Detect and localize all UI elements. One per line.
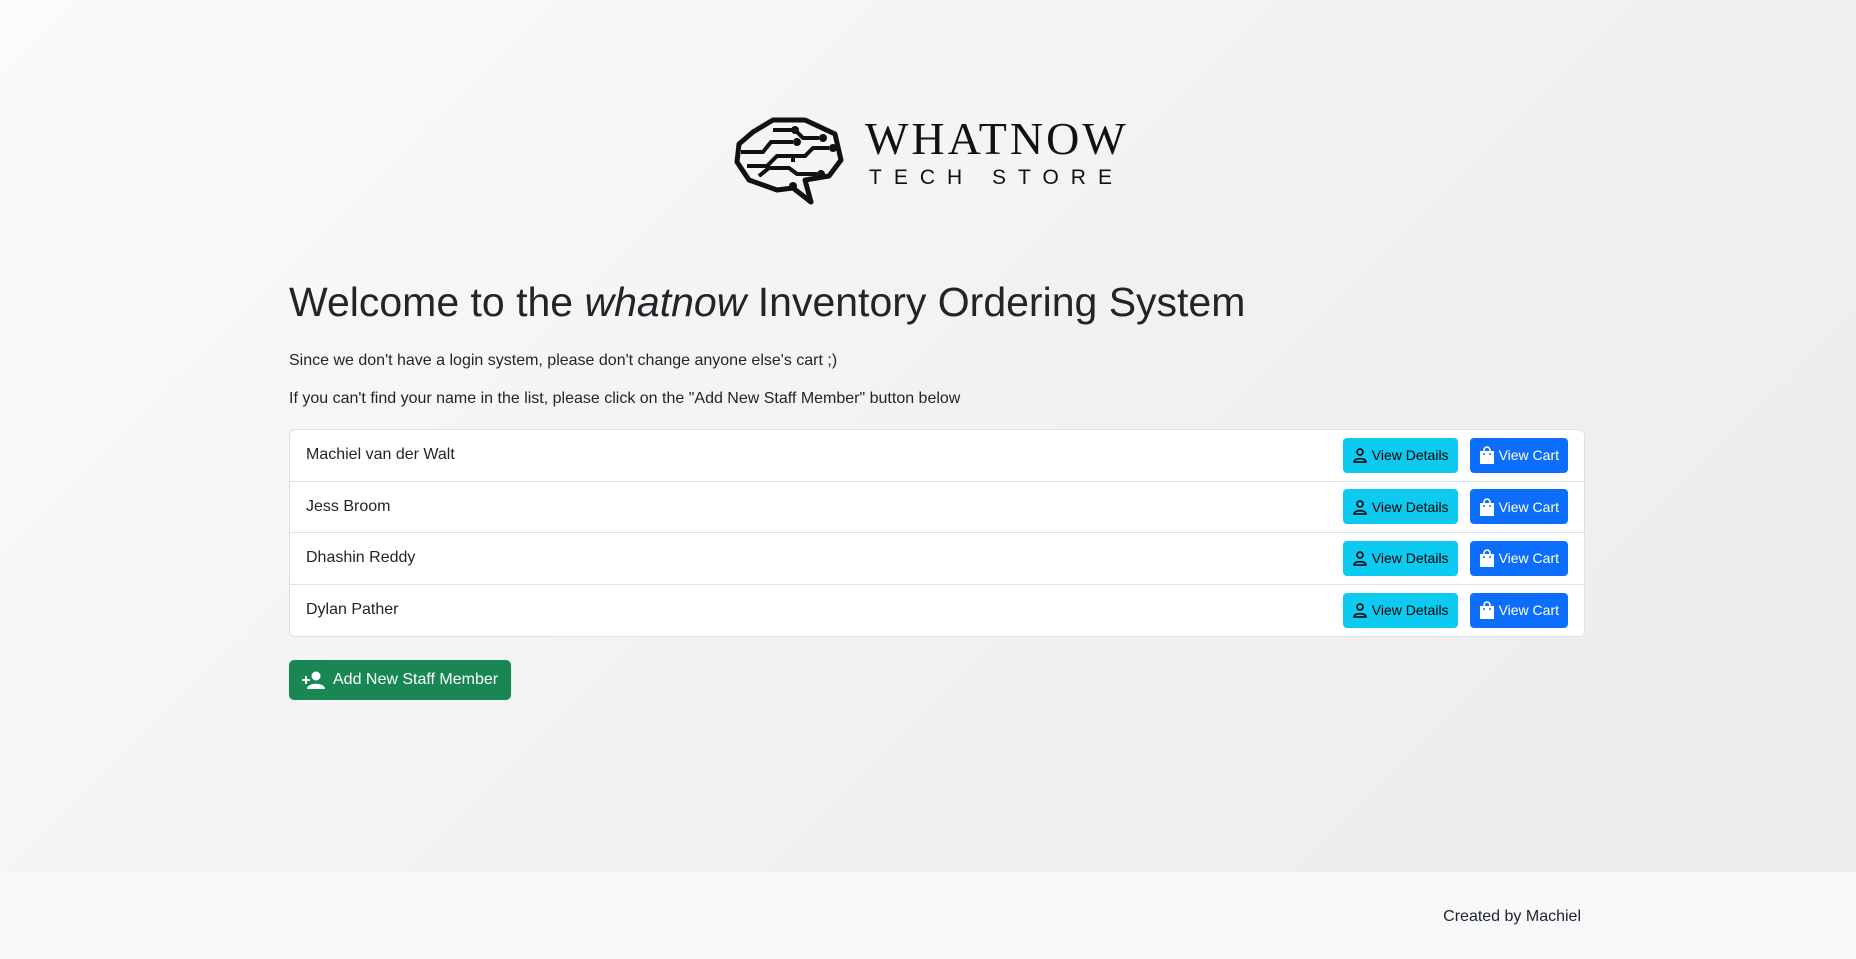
staff-name: Dhashin Reddy bbox=[306, 549, 416, 567]
title-prefix: Welcome to the bbox=[289, 279, 574, 325]
intro-warning: Since we don't have a login system, plea… bbox=[289, 352, 838, 369]
view-cart-label: View Cart bbox=[1498, 602, 1559, 619]
person-icon bbox=[1352, 448, 1367, 464]
person-add-icon bbox=[302, 671, 325, 689]
person-icon bbox=[1352, 551, 1367, 567]
add-staff-button[interactable]: Add New Staff Member bbox=[289, 660, 512, 700]
view-cart-button[interactable]: View Cart bbox=[1469, 437, 1568, 473]
view-details-label: View Details bbox=[1371, 447, 1449, 464]
view-cart-button[interactable]: View Cart bbox=[1469, 540, 1568, 576]
brain-circuit-icon bbox=[734, 117, 844, 205]
view-cart-button[interactable]: View Cart bbox=[1469, 489, 1568, 525]
view-details-label: View Details bbox=[1371, 602, 1449, 619]
list-item: Machiel van der Walt View Details View C… bbox=[290, 430, 1584, 482]
person-icon bbox=[1352, 603, 1367, 619]
view-details-button[interactable]: View Details bbox=[1342, 592, 1458, 628]
intro-instructions: If you can't find your name in the list,… bbox=[289, 390, 961, 407]
view-details-button[interactable]: View Details bbox=[1342, 540, 1458, 576]
shopping-bag-icon bbox=[1479, 498, 1494, 516]
view-cart-button[interactable]: View Cart bbox=[1469, 592, 1568, 628]
staff-name: Machiel van der Walt bbox=[306, 446, 455, 464]
view-details-button[interactable]: View Details bbox=[1342, 489, 1458, 525]
person-icon bbox=[1352, 499, 1367, 515]
shopping-bag-icon bbox=[1479, 446, 1494, 465]
list-item: Dhashin Reddy View Details View Cart bbox=[290, 533, 1584, 585]
footer-credit: Created by Machiel bbox=[1443, 908, 1581, 925]
view-cart-label: View Cart bbox=[1498, 550, 1559, 567]
title-suffix: Inventory Ordering System bbox=[757, 279, 1246, 325]
view-cart-label: View Cart bbox=[1498, 447, 1559, 464]
shopping-bag-icon bbox=[1479, 601, 1494, 620]
list-item: Jess Broom View Details View Cart bbox=[290, 482, 1584, 533]
add-staff-label: Add New Staff Member bbox=[333, 671, 499, 688]
shopping-bag-icon bbox=[1479, 549, 1494, 568]
view-details-button[interactable]: View Details bbox=[1342, 437, 1458, 473]
page-title: Welcome to the whatnow Inventory Orderin… bbox=[289, 275, 1585, 329]
staff-list: Machiel van der Walt View Details View C… bbox=[289, 429, 1585, 637]
view-cart-label: View Cart bbox=[1498, 498, 1559, 515]
list-item: Dylan Pather View Details View Cart bbox=[290, 585, 1584, 637]
staff-name: Jess Broom bbox=[306, 497, 391, 515]
view-details-label: View Details bbox=[1371, 498, 1449, 515]
brand-subtitle: TECH STORE bbox=[869, 166, 1124, 189]
main-container: Welcome to the whatnow Inventory Orderin… bbox=[289, 275, 1585, 700]
title-emphasis: whatnow bbox=[584, 279, 747, 325]
brand-title: WHATNOW bbox=[865, 113, 1129, 164]
brand-logo: WHATNOW TECH STORE bbox=[733, 114, 1143, 210]
view-details-label: View Details bbox=[1371, 550, 1449, 567]
footer: Created by Machiel bbox=[0, 872, 1856, 959]
staff-name: Dylan Pather bbox=[306, 601, 399, 619]
